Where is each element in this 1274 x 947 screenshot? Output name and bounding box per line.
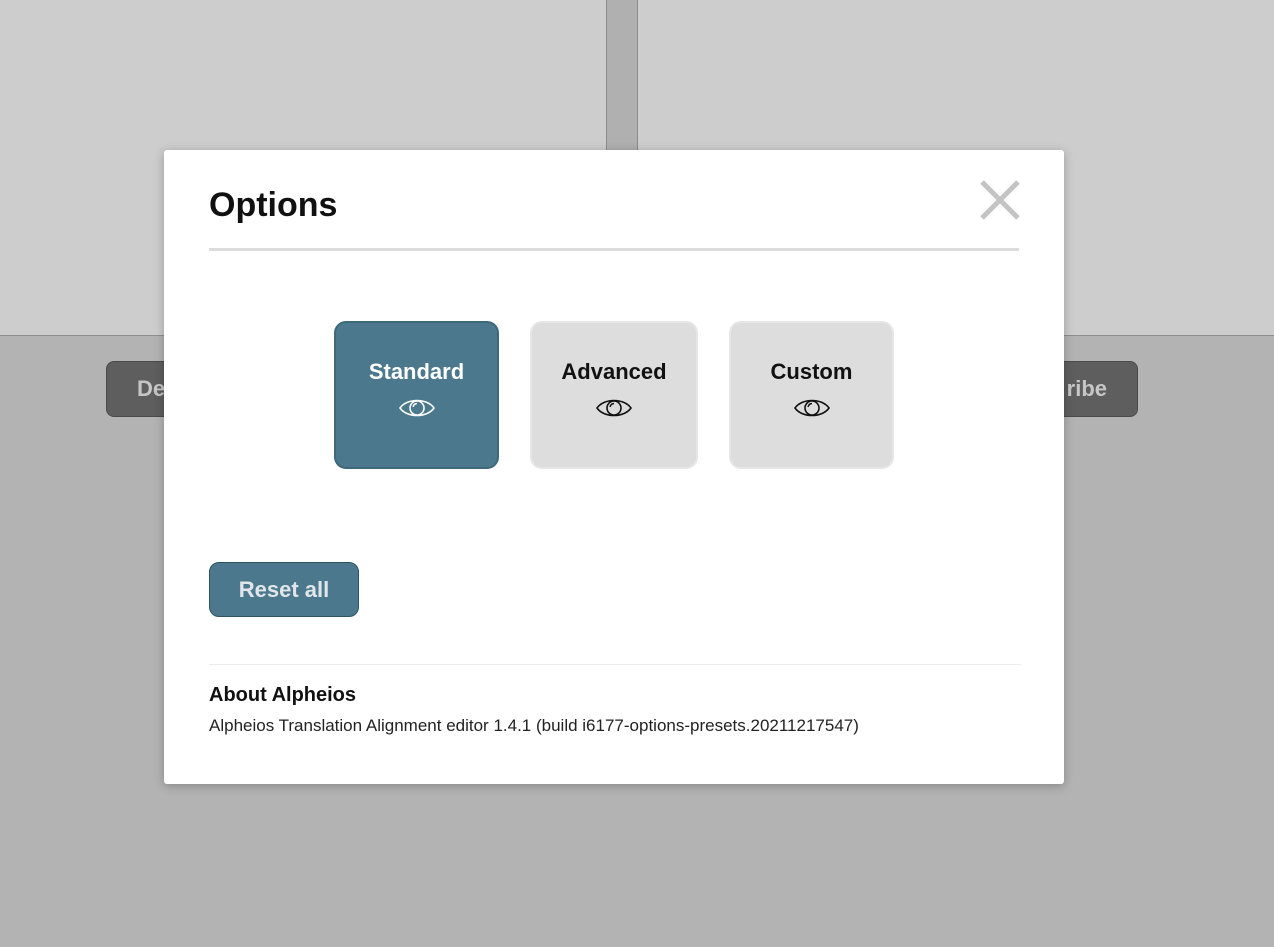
modal-title: Options: [209, 186, 338, 224]
options-modal: Options Standard Advanced Custom Reset a…: [164, 150, 1064, 784]
about-divider: [209, 664, 1021, 665]
eye-icon: [793, 399, 830, 417]
about-version-text: Alpheios Translation Alignment editor 1.…: [209, 716, 859, 735]
eye-icon: [596, 399, 632, 417]
eye-icon: [398, 399, 435, 417]
preset-label: Custom: [770, 359, 853, 384]
preset-advanced[interactable]: Advanced: [530, 321, 698, 469]
preset-custom[interactable]: Custom: [729, 321, 894, 469]
close-button[interactable]: [978, 178, 1022, 222]
about-title: About Alpheios: [209, 684, 357, 706]
preset-group: Standard Advanced Custom: [334, 321, 894, 469]
close-icon: [980, 180, 1020, 220]
title-divider: [209, 248, 1019, 251]
reset-all-button[interactable]: Reset all: [209, 562, 359, 617]
preset-label: Standard: [368, 359, 465, 384]
preset-standard[interactable]: Standard: [334, 321, 499, 469]
preset-label: Advanced: [561, 359, 667, 384]
